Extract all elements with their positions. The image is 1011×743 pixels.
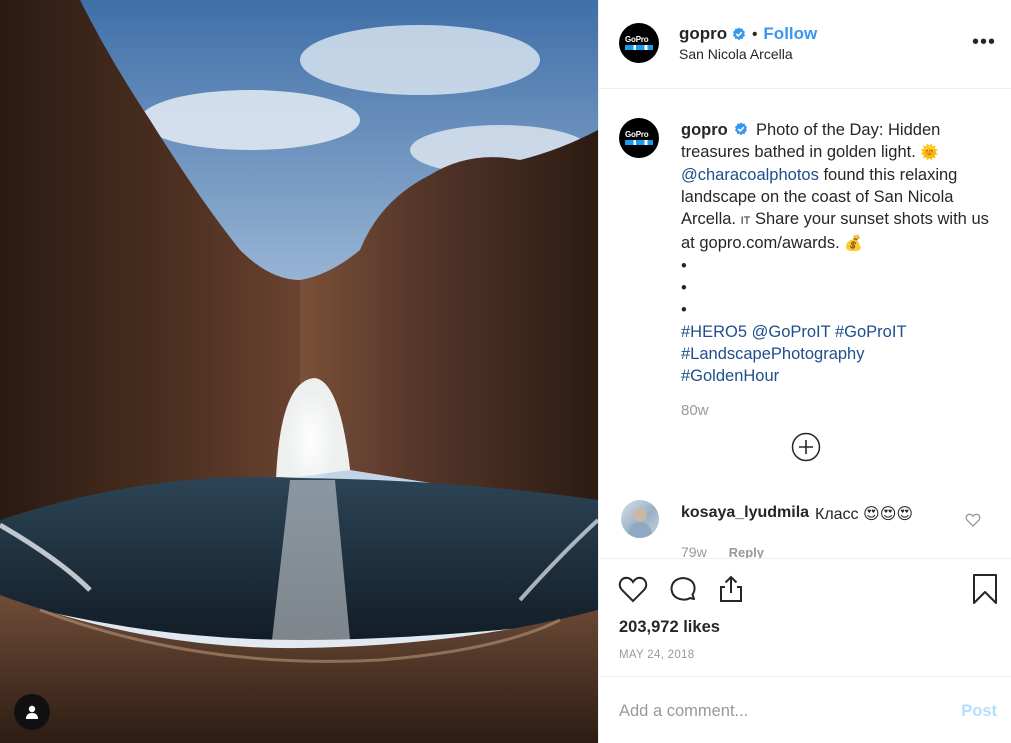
verified-icon bbox=[735, 122, 748, 136]
hashtag-line-3[interactable]: #GoldenHour bbox=[681, 367, 779, 385]
follow-button[interactable]: Follow bbox=[763, 24, 817, 44]
avatar-logo-bar bbox=[625, 140, 653, 145]
photo-image bbox=[0, 0, 598, 743]
author-avatar[interactable]: GoPro bbox=[619, 23, 659, 63]
post-details-panel: GoPro gopro • Follow San Nicola Arcella … bbox=[598, 0, 1011, 743]
reply-button[interactable]: Reply bbox=[729, 545, 764, 558]
comment-icon[interactable] bbox=[667, 573, 699, 605]
comment-composer: Post bbox=[599, 676, 1011, 743]
author-username[interactable]: gopro bbox=[679, 24, 727, 44]
post-date[interactable]: MAY 24, 2018 bbox=[619, 649, 694, 661]
commenter-avatar[interactable] bbox=[621, 500, 659, 538]
user-tag-button[interactable] bbox=[14, 694, 50, 730]
post-caption: gopro Photo of the Day: Hidden treasures… bbox=[681, 119, 991, 387]
caption-bullet: • bbox=[681, 257, 687, 275]
commenter-username[interactable]: kosaya_lyudmila bbox=[681, 504, 809, 522]
post-photo[interactable] bbox=[0, 0, 598, 743]
caption-username[interactable]: gopro bbox=[681, 121, 728, 139]
comment-age: 79w bbox=[681, 544, 707, 558]
comments-area[interactable]: GoPro gopro Photo of the Day: Hidden tre… bbox=[599, 90, 1011, 558]
italy-flag-icon: IT bbox=[740, 215, 751, 227]
comment-meta: 79w Reply bbox=[681, 544, 764, 558]
caption-bullet: • bbox=[681, 301, 687, 319]
bookmark-icon[interactable] bbox=[969, 573, 1001, 605]
verified-icon bbox=[733, 27, 746, 41]
comment-text: Класс 😍😍😍 bbox=[815, 504, 913, 524]
post-comment-button[interactable]: Post bbox=[961, 702, 997, 721]
post-location[interactable]: San Nicola Arcella bbox=[679, 46, 793, 62]
hashtag-line-1[interactable]: #HERO5 @GoProIT #GoProIT bbox=[681, 323, 907, 341]
comment-item: kosaya_lyudmila Класс 😍😍😍 79w Reply bbox=[599, 500, 1011, 558]
caption-bullet: • bbox=[681, 279, 687, 297]
caption-age: 80w bbox=[681, 402, 709, 419]
comment-body: Класс bbox=[815, 506, 859, 523]
avatar-logo-bar bbox=[625, 45, 653, 50]
post-actions: 203,972 likes MAY 24, 2018 bbox=[599, 558, 1011, 676]
caption-mention-link[interactable]: @characoalphotos bbox=[681, 166, 819, 184]
like-heart-icon[interactable] bbox=[617, 573, 649, 605]
user-tag-icon bbox=[26, 705, 38, 719]
likes-count[interactable]: 203,972 likes bbox=[619, 618, 720, 637]
more-options-icon[interactable]: ••• bbox=[972, 32, 996, 52]
sun-emoji-icon: 🌞 bbox=[920, 144, 940, 161]
share-icon[interactable] bbox=[715, 573, 747, 605]
commenter-avatar-image bbox=[627, 508, 653, 538]
comment-like-heart-icon[interactable] bbox=[965, 512, 981, 528]
avatar-logo-text: GoPro bbox=[625, 130, 649, 139]
author-line: gopro • Follow bbox=[679, 24, 817, 44]
avatar-logo-text: GoPro bbox=[625, 35, 649, 44]
hashtag-line-2[interactable]: #LandscapePhotography bbox=[681, 345, 864, 363]
add-comment-input[interactable] bbox=[619, 699, 939, 723]
money-bag-emoji-icon: 💰 bbox=[844, 235, 863, 252]
header-separator: • bbox=[752, 25, 758, 43]
caption-author-avatar[interactable]: GoPro bbox=[619, 118, 659, 158]
heart-eyes-emoji-icon: 😍😍😍 bbox=[863, 506, 914, 523]
load-more-comments-add-icon[interactable] bbox=[791, 432, 821, 462]
post-header: GoPro gopro • Follow San Nicola Arcella … bbox=[599, 0, 1011, 89]
